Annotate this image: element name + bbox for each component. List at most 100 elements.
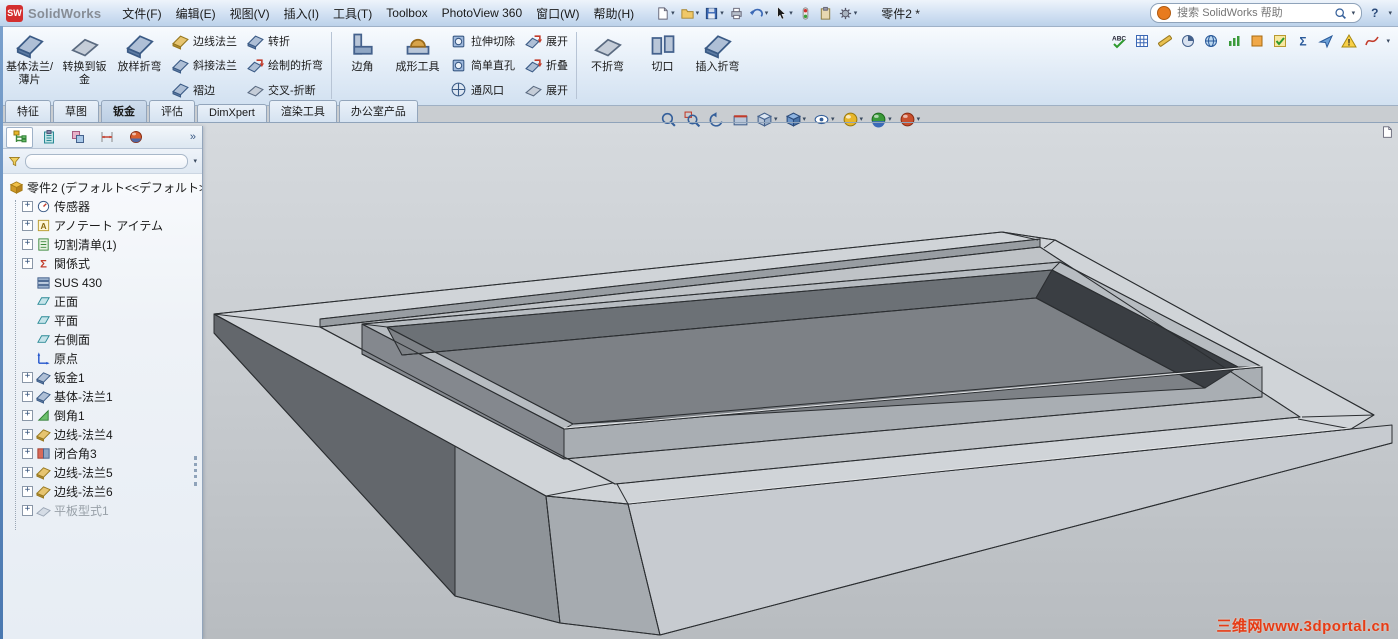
globe-button[interactable] [1201,31,1221,51]
property-manager-tab[interactable] [35,127,62,148]
tab-sheet-metal[interactable]: 钣金 [101,100,147,122]
menu-toolbox[interactable]: Toolbox [379,2,434,24]
search-input[interactable] [1175,6,1330,20]
vent-button[interactable]: 通风口 [445,79,520,101]
lofted-bend-button[interactable]: 放样折弯 [112,27,167,104]
tab-sketch[interactable]: 草图 [53,100,99,122]
save-button[interactable]: ▾ [702,3,726,23]
dropdown-arrow-icon[interactable]: ▾ [765,9,769,17]
tree-item-closed-corner[interactable]: + 闭合角3 [6,444,202,463]
dimxpert-manager-tab[interactable] [93,127,120,148]
tab-dimxpert[interactable]: DimXpert [197,104,267,122]
help-search-box[interactable]: ▾ [1150,3,1363,23]
rebuild-button[interactable] [796,3,815,23]
tab-features[interactable]: 特征 [5,100,51,122]
expander-icon[interactable]: + [22,258,33,269]
no-bends-button[interactable]: 不折弯 [580,27,635,104]
base-flange-button[interactable]: 基体法兰/薄片 [2,27,57,104]
toolbar-more-icon[interactable]: ▾ [1386,37,1390,45]
cross-break-button[interactable]: 交叉-折断 [242,79,328,101]
tree-item-origin[interactable]: 原点 [6,349,202,368]
tree-item-flat-pattern[interactable]: + 平板型式1 [6,501,202,520]
jog-button[interactable]: 转折 [242,30,328,52]
dropdown-arrow-icon[interactable]: ▾ [720,9,724,17]
unfold-button[interactable]: 展开 [520,30,573,52]
tab-office-products[interactable]: 办公室产品 [338,100,418,122]
tree-item-equations[interactable]: + 関係式 [6,254,202,273]
expander-icon[interactable]: + [22,486,33,497]
undo-button[interactable]: ▾ [747,3,771,23]
tree-item-edge-flange-6[interactable]: + 边线-法兰6 [6,482,202,501]
expander-icon[interactable]: + [22,391,33,402]
hem-button[interactable]: 褶边 [167,79,242,101]
dropdown-arrow-icon[interactable]: ▾ [696,9,700,17]
tree-item-chamfer[interactable]: + 倒角1 [6,406,202,425]
help-dropdown-icon[interactable]: ▾ [1388,9,1392,17]
tree-item-edge-flange-4[interactable]: + 边线-法兰4 [6,425,202,444]
select-button[interactable]: ▾ [771,3,795,23]
curvature-button[interactable] [1362,31,1382,51]
sheet-metal-part-model[interactable] [0,122,1398,639]
menu-view[interactable]: 视图(V) [223,1,277,26]
tree-item-cut-list[interactable]: + 切割清单(1) [6,235,202,254]
menu-photoview[interactable]: PhotoView 360 [435,2,530,24]
configuration-manager-tab[interactable] [64,127,91,148]
new-document-button[interactable]: ▾ [653,3,677,23]
rip-button[interactable]: 切口 [635,27,690,104]
panel-splitter-grip[interactable] [194,456,200,486]
mass-properties-button[interactable] [1178,31,1198,51]
menu-file[interactable]: 文件(F) [115,1,168,26]
file-properties-button[interactable] [816,3,835,23]
search-icon[interactable] [1334,7,1347,20]
help-button[interactable]: ? [1368,6,1381,20]
expander-icon[interactable]: + [22,220,33,231]
tree-item-edge-flange-5[interactable]: + 边线-法兰5 [6,463,202,482]
insert-bends-button[interactable]: 插入折弯 [690,27,745,104]
menu-edit[interactable]: 编辑(E) [169,1,223,26]
expander-icon[interactable]: + [22,505,33,516]
spell-check-button[interactable] [1109,31,1129,51]
tree-item-right-plane[interactable]: 右側面 [6,330,202,349]
expander-icon[interactable]: + [22,201,33,212]
tab-render-tools[interactable]: 渲染工具 [268,100,337,122]
sketched-bend-button[interactable]: 绘制的折弯 [242,54,328,76]
tree-item-sheet-metal[interactable]: + 钣金1 [6,368,202,387]
simple-hole-button[interactable]: 简单直孔 [445,54,520,76]
measure-button[interactable] [1155,31,1175,51]
dropdown-arrow-icon[interactable]: ▾ [671,9,675,17]
expander-icon[interactable]: + [22,410,33,421]
expander-icon[interactable]: + [22,448,33,459]
search-dropdown-icon[interactable]: ▾ [1352,9,1356,17]
equations-button[interactable] [1293,31,1313,51]
convert-to-sheet-metal-button[interactable]: 转换到钣金 [57,27,112,104]
menu-tools[interactable]: 工具(T) [326,1,379,26]
warning-button[interactable] [1339,31,1359,51]
expander-icon[interactable]: + [22,239,33,250]
flatten-button[interactable]: 展开 [520,79,573,101]
forming-box-button[interactable] [1247,31,1267,51]
expander-icon[interactable]: + [22,467,33,478]
open-button[interactable]: ▾ [678,3,702,23]
tree-item-top-plane[interactable]: 平面 [6,311,202,330]
feature-manager-tab[interactable] [6,126,33,148]
check-button[interactable] [1270,31,1290,51]
options-button[interactable]: ▾ [836,3,860,23]
menu-insert[interactable]: 插入(I) [277,1,326,26]
tab-evaluate[interactable]: 评估 [149,100,195,122]
tree-root-item[interactable]: 零件2 (デフォルト<<デフォルト>_表示 [6,178,202,197]
expander-icon[interactable]: + [22,372,33,383]
filter-funnel-icon[interactable] [8,155,21,168]
fold-button[interactable]: 折叠 [520,54,573,76]
tree-item-base-flange[interactable]: + 基体-法兰1 [6,387,202,406]
fly-through-button[interactable] [1316,31,1336,51]
sketch-grid-button[interactable] [1132,31,1152,51]
miter-flange-button[interactable]: 斜接法兰 [167,54,242,76]
expander-icon[interactable]: + [22,429,33,440]
corner-button[interactable]: 边角 [335,27,390,104]
graphics-viewport[interactable]: ▾ ▾ ▾ ▾ ▾ ▾ 三维网www.3dportal.cn [0,122,1398,639]
print-button[interactable] [727,3,746,23]
forming-tool-button[interactable]: 成形工具 [390,27,445,104]
filter-dropdown-icon[interactable]: ▾ [193,157,197,165]
tree-item-sensors[interactable]: + 传感器 [6,197,202,216]
statistics-button[interactable] [1224,31,1244,51]
